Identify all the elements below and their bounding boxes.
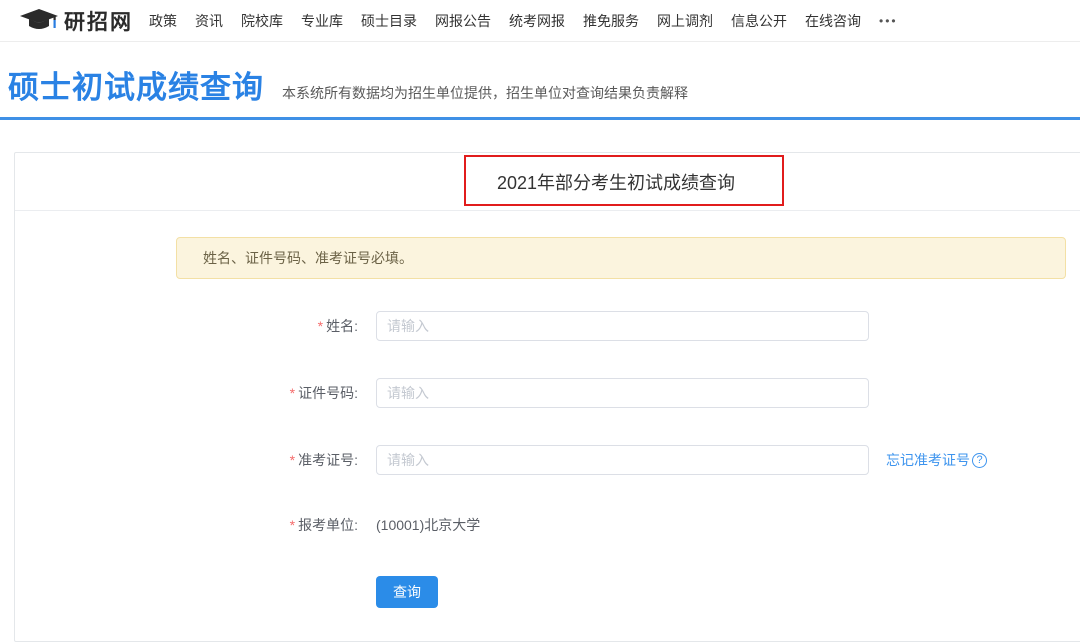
blue-divider xyxy=(0,117,1080,120)
page-title: 硕士初试成绩查询 xyxy=(8,62,264,107)
logo-text: 研招网 xyxy=(64,6,133,36)
query-button[interactable]: 查询 xyxy=(376,576,438,608)
required-marker: * xyxy=(290,385,295,401)
card-title-row: 2021年部分考生初试成绩查询 xyxy=(15,153,1080,211)
nav-item-college-library[interactable]: 院校库 xyxy=(241,11,283,31)
query-card: 2021年部分考生初试成绩查询 姓名、证件号码、准考证号必填。 *姓名: *证件… xyxy=(14,152,1080,642)
admission-ticket-label: *准考证号: xyxy=(15,450,358,470)
help-question-icon[interactable]: ? xyxy=(972,453,987,468)
forgot-ticket-link[interactable]: 忘记准考证号 xyxy=(886,450,970,470)
admission-ticket-input[interactable] xyxy=(376,445,869,475)
site-logo[interactable]: 研招网 xyxy=(20,6,133,36)
nav-menu: 政策 资讯 院校库 专业库 硕士目录 网报公告 统考网报 推免服务 网上调剂 信… xyxy=(149,11,898,31)
name-field-row: *姓名: xyxy=(15,311,1080,341)
page-subtitle: 本系统所有数据均为招生单位提供，招生单位对查询结果负责解释 xyxy=(282,83,688,103)
forgot-ticket-link-wrap[interactable]: 忘记准考证号 ? xyxy=(886,450,987,470)
name-input[interactable] xyxy=(376,311,869,341)
id-number-input[interactable] xyxy=(376,378,869,408)
name-label: *姓名: xyxy=(15,316,358,336)
id-number-field-row: *证件号码: xyxy=(15,378,1080,408)
top-navbar: 研招网 政策 资讯 院校库 专业库 硕士目录 网报公告 统考网报 推免服务 网上… xyxy=(0,0,1080,42)
graduation-cap-icon xyxy=(20,8,60,34)
target-institution-row: *报考单位: (10001)北京大学 xyxy=(15,510,1080,540)
required-marker: * xyxy=(290,452,295,468)
required-marker: * xyxy=(290,517,295,533)
nav-item-registration-notice[interactable]: 网报公告 xyxy=(435,11,491,31)
nav-item-online-consult[interactable]: 在线咨询 xyxy=(805,11,861,31)
nav-item-exemption-service[interactable]: 推免服务 xyxy=(583,11,639,31)
required-fields-notice: 姓名、证件号码、准考证号必填。 xyxy=(176,237,1066,279)
nav-item-major-library[interactable]: 专业库 xyxy=(301,11,343,31)
id-number-label: *证件号码: xyxy=(15,383,358,403)
admission-ticket-field-row: *准考证号: 忘记准考证号 ? xyxy=(15,445,1080,475)
nav-item-master-catalog[interactable]: 硕士目录 xyxy=(361,11,417,31)
target-institution-label: *报考单位: xyxy=(15,515,358,535)
nav-item-news[interactable]: 资讯 xyxy=(195,11,223,31)
card-title: 2021年部分考生初试成绩查询 xyxy=(497,169,735,195)
nav-item-online-adjustment[interactable]: 网上调剂 xyxy=(657,11,713,31)
nav-item-info-disclosure[interactable]: 信息公开 xyxy=(731,11,787,31)
required-marker: * xyxy=(318,318,323,334)
page-header: 硕士初试成绩查询 本系统所有数据均为招生单位提供，招生单位对查询结果负责解释 xyxy=(8,62,688,107)
nav-item-unified-exam-registration[interactable]: 统考网报 xyxy=(509,11,565,31)
nav-item-more[interactable]: ••• xyxy=(879,14,898,28)
nav-item-policy[interactable]: 政策 xyxy=(149,11,177,31)
target-institution-value: (10001)北京大学 xyxy=(376,515,480,535)
